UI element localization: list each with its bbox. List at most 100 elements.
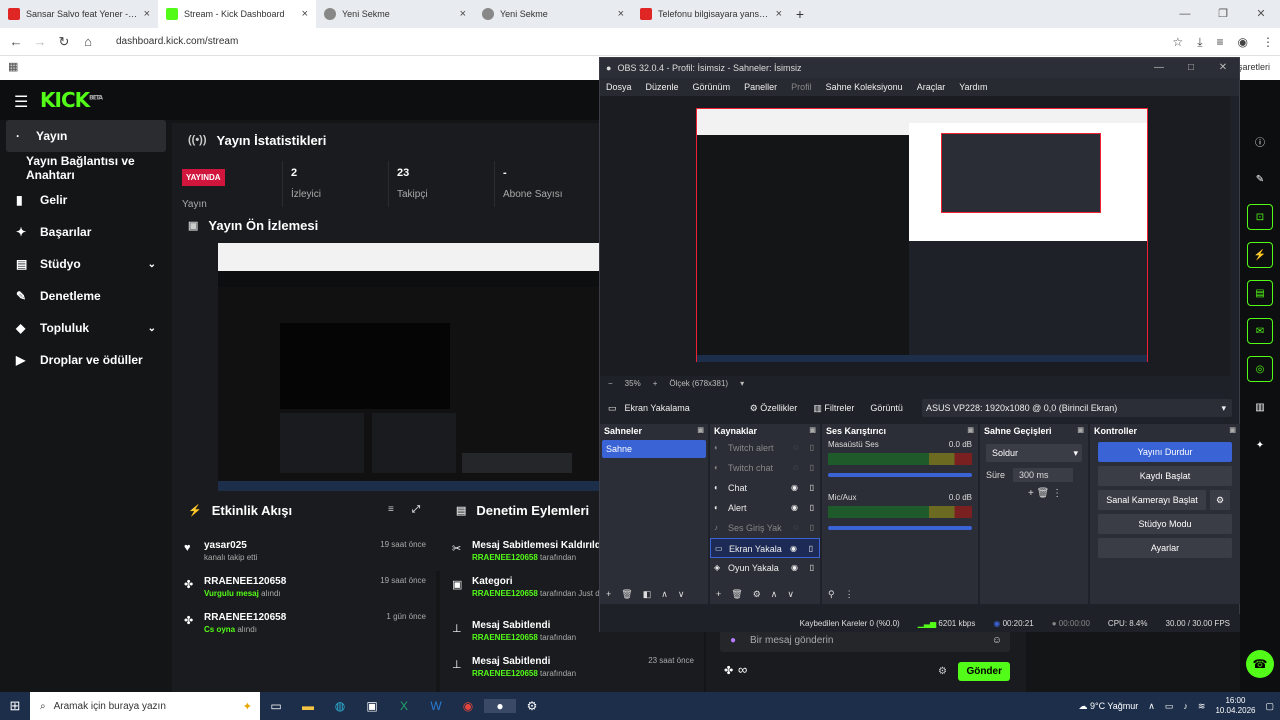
menu-item[interactable]: Yardım bbox=[959, 82, 987, 92]
taskbar-search[interactable]: ⌕ Aramak için buraya yazın ✦ bbox=[30, 692, 260, 720]
lock-icon[interactable]: ▯ bbox=[810, 518, 814, 538]
display-select[interactable]: ASUS VP228: 1920x1080 @ 0,0 (Birincil Ek… bbox=[922, 399, 1232, 417]
browser-tab[interactable]: Yeni Sekme × bbox=[316, 0, 474, 28]
trash-icon[interactable]: 🗑 bbox=[1037, 488, 1050, 499]
more-icon[interactable]: ⋮ bbox=[1052, 488, 1062, 499]
new-tab-button[interactable]: + bbox=[790, 6, 810, 22]
lock-icon[interactable]: ▯ bbox=[810, 478, 814, 498]
sidebar-item-yayin[interactable]: · Yayın bbox=[6, 120, 166, 152]
zoom-out-icon[interactable]: − bbox=[608, 379, 613, 388]
start-recording-button[interactable]: Kaydı Başlat bbox=[1098, 466, 1232, 486]
reading-list-icon[interactable]: ≡ bbox=[1217, 35, 1224, 49]
menu-item[interactable]: Görünüm bbox=[693, 82, 731, 92]
bolt-icon[interactable]: ⚡ bbox=[1247, 242, 1273, 268]
sidebar-item-denetleme[interactable]: ✎ Denetleme bbox=[0, 280, 172, 312]
back-icon[interactable]: ← bbox=[4, 34, 28, 49]
eye-icon[interactable]: ◌ bbox=[793, 438, 798, 458]
menu-item[interactable]: Sahne Koleksiyonu bbox=[826, 82, 903, 92]
sidebar-item-basarilar[interactable]: ✦ Başarılar bbox=[0, 216, 172, 248]
stop-stream-button[interactable]: Yayını Durdur bbox=[1098, 442, 1232, 462]
maximize-icon[interactable]: ❐ bbox=[1204, 0, 1242, 28]
popout-icon[interactable]: ▣ bbox=[1077, 426, 1084, 434]
sidebar-item-studyo[interactable]: ▤ Stüdyo ⌄ bbox=[0, 248, 172, 280]
lock-icon[interactable]: ▯ bbox=[810, 438, 814, 458]
popout-icon[interactable]: ▣ bbox=[1229, 426, 1236, 434]
virtual-camera-button[interactable]: Sanal Kamerayı Başlat bbox=[1098, 490, 1206, 510]
studio-mode-button[interactable]: Stüdyo Modu bbox=[1098, 514, 1232, 534]
gear-icon[interactable]: ⚙ bbox=[753, 589, 761, 600]
filters-button[interactable]: ▥ Filtreler bbox=[813, 403, 854, 414]
browser-tab[interactable]: Telefonu bilgisayara yansıtma -× bbox=[632, 0, 790, 28]
lock-icon[interactable]: ▯ bbox=[810, 458, 814, 478]
weather[interactable]: ☁ 9°C Yağmur bbox=[1078, 701, 1138, 712]
gear-icon[interactable]: ⚙ bbox=[1210, 490, 1230, 510]
eye-icon[interactable]: ◉ bbox=[791, 558, 798, 578]
maximize-icon[interactable]: □ bbox=[1175, 58, 1207, 78]
profile-icon[interactable]: ◉ bbox=[1238, 35, 1248, 49]
file-explorer-icon[interactable]: ▬ bbox=[292, 699, 324, 713]
windows-start-icon[interactable]: ⊞ bbox=[0, 698, 30, 714]
down-icon[interactable]: ∨ bbox=[787, 589, 794, 600]
points-icon[interactable]: ✤ bbox=[724, 664, 733, 677]
close-icon[interactable]: ✕ bbox=[1242, 0, 1280, 28]
volume-icon[interactable]: ♪ bbox=[1183, 701, 1188, 711]
lock-icon[interactable]: ▯ bbox=[810, 558, 814, 578]
eye-icon[interactable]: ◉ bbox=[791, 478, 798, 498]
source-item[interactable]: ♪ Ses Giriş Yak ◌ ▯ bbox=[710, 518, 820, 538]
network-icon[interactable]: ▭ bbox=[1165, 701, 1174, 712]
up-icon[interactable]: ∧ bbox=[771, 589, 778, 600]
store-icon[interactable]: ▣ bbox=[356, 699, 388, 713]
popout-icon[interactable]: ⤢ bbox=[412, 504, 420, 515]
browser-tab[interactable]: Yeni Sekme × bbox=[474, 0, 632, 28]
send-button[interactable]: Gönder bbox=[958, 662, 1010, 681]
trash-icon[interactable]: 🗑 bbox=[621, 589, 632, 600]
url-field[interactable]: dashboard.kick.com/stream bbox=[116, 36, 238, 47]
kick-logo[interactable]: KICKBETA bbox=[40, 88, 103, 112]
chrome-icon[interactable]: ◉ bbox=[452, 699, 484, 713]
focus-icon[interactable]: ⊡ bbox=[1247, 204, 1273, 230]
filter-icon[interactable]: ≡ bbox=[388, 504, 394, 515]
bookmarks-label[interactable]: şaretleri bbox=[1238, 62, 1270, 72]
add-icon[interactable]: + bbox=[1028, 488, 1034, 499]
obs-canvas[interactable] bbox=[696, 108, 1148, 362]
gear-icon[interactable]: ⚙ bbox=[938, 666, 947, 677]
menu-item[interactable]: Profil bbox=[791, 82, 812, 92]
source-item[interactable]: ◈ Oyun Yakala ◉ ▯ bbox=[710, 558, 820, 578]
settings-icon[interactable]: ⚙ bbox=[516, 699, 548, 713]
apps-icon[interactable]: ▦ bbox=[8, 60, 18, 73]
popout-icon[interactable]: ▣ bbox=[809, 426, 816, 434]
close-icon[interactable]: × bbox=[144, 8, 150, 20]
add-icon[interactable]: + bbox=[716, 589, 721, 600]
close-icon[interactable]: × bbox=[776, 8, 782, 20]
menu-item[interactable]: Dosya bbox=[606, 82, 632, 92]
broadcast-icon[interactable]: ◎ bbox=[1247, 356, 1273, 382]
notification-icon[interactable]: ▢ bbox=[1265, 701, 1274, 712]
popout-icon[interactable]: ▣ bbox=[697, 426, 704, 434]
eye-icon[interactable]: ◉ bbox=[791, 498, 798, 518]
task-view-icon[interactable]: ▭ bbox=[260, 699, 292, 713]
eye-icon[interactable]: ◌ bbox=[793, 518, 798, 538]
reload-icon[interactable]: ↻ bbox=[52, 34, 76, 50]
obs-icon[interactable]: ● bbox=[484, 699, 516, 713]
sidebar-item-droplar[interactable]: ▶ Droplar ve ödüller bbox=[0, 344, 172, 376]
eye-icon[interactable]: ◌ bbox=[793, 458, 798, 478]
sidebar-item-stream-key[interactable]: Yayın Bağlantısı ve Anahtarı bbox=[0, 152, 172, 184]
down-icon[interactable]: ∨ bbox=[678, 589, 685, 600]
info-icon[interactable]: ⓘ bbox=[1247, 128, 1273, 154]
forward-icon[interactable]: → bbox=[28, 34, 52, 49]
lock-icon[interactable]: ▯ bbox=[810, 498, 814, 518]
sidebar-item-gelir[interactable]: ▮ Gelir bbox=[0, 184, 172, 216]
document-icon[interactable]: ▤ bbox=[1247, 280, 1273, 306]
settings-button[interactable]: Ayarlar bbox=[1098, 538, 1232, 558]
trash-icon[interactable]: 🗑 bbox=[731, 589, 742, 600]
hamburger-icon[interactable]: ☰ bbox=[14, 92, 28, 112]
stream-preview-video[interactable] bbox=[218, 243, 602, 491]
close-icon[interactable]: × bbox=[302, 8, 308, 20]
chat-icon[interactable]: ✉ bbox=[1247, 318, 1273, 344]
popout-icon[interactable]: ▣ bbox=[967, 426, 974, 434]
source-item-selected[interactable]: ▭ Ekran Yakala ◉ ▯ bbox=[710, 538, 820, 558]
more-icon[interactable]: ⋮ bbox=[845, 589, 854, 600]
up-icon[interactable]: ∧ bbox=[661, 589, 668, 600]
chevron-down-icon[interactable]: ▾ bbox=[740, 379, 744, 388]
bookmark-star-icon[interactable]: ☆ bbox=[1172, 35, 1183, 49]
